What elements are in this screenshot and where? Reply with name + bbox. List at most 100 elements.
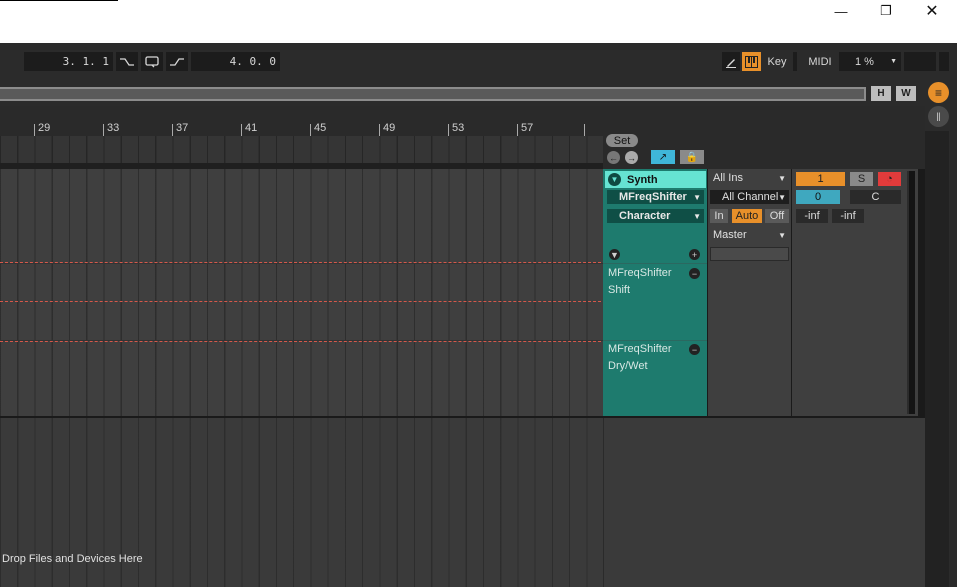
overview-scroll-bar[interactable] bbox=[0, 87, 866, 101]
chevron-down-icon: ▼ bbox=[890, 58, 897, 65]
arrangement-overview: H W bbox=[0, 81, 925, 106]
drop-area[interactable]: Drop Files and Devices Here bbox=[0, 418, 603, 587]
drop-area-label: Drop Files and Devices Here bbox=[2, 553, 143, 565]
ruler-bar-label: 49 bbox=[383, 122, 396, 134]
device-chooser-value: MFreqShifter bbox=[619, 191, 687, 203]
forward-arrow-icon[interactable]: → bbox=[625, 151, 638, 164]
punch-in-icon[interactable] bbox=[116, 52, 138, 71]
automation-lane-label: MFreqShifter Dry/Wet bbox=[608, 341, 672, 375]
title-bar: — ❐ ✕ bbox=[0, 0, 957, 43]
input-channel-value: All Channels bbox=[722, 191, 778, 203]
input-type-chooser[interactable]: All Ins ▼ bbox=[710, 171, 789, 185]
ruler-tick bbox=[34, 124, 35, 136]
key-map-button[interactable]: Key bbox=[764, 52, 790, 71]
volume-field[interactable]: 0 bbox=[796, 190, 840, 204]
loop-brace-area[interactable] bbox=[0, 136, 603, 163]
pan-field[interactable]: C bbox=[850, 190, 901, 204]
peak-level-right[interactable]: -inf bbox=[832, 209, 864, 223]
ruler-tick bbox=[241, 124, 242, 136]
divider bbox=[793, 52, 797, 71]
lane-separator bbox=[0, 263, 603, 264]
ruler-tick bbox=[379, 124, 380, 136]
solo-button[interactable]: S bbox=[850, 172, 873, 186]
chevron-down-icon: ▼ bbox=[778, 173, 786, 183]
track-io-column: All Ins ▼ All Channels ▼ In Auto Off Mas… bbox=[708, 169, 791, 416]
cpu-load-value: 1 % bbox=[855, 55, 874, 68]
track-title-bar[interactable]: ▼ Synth bbox=[605, 171, 706, 188]
arrangement-position-field[interactable]: 3. 1. 1 bbox=[24, 52, 113, 71]
beat-time-ruler[interactable]: 29 33 37 41 45 49 53 57 bbox=[0, 106, 603, 136]
loop-length-field[interactable]: 4. 0. 0 bbox=[191, 52, 280, 71]
ruler-tick bbox=[310, 124, 311, 136]
lane-device-name: MFreqShifter bbox=[608, 343, 672, 355]
output-type-value: Master bbox=[713, 229, 747, 241]
ruler-bar-label: 45 bbox=[314, 122, 327, 134]
input-type-value: All Ins bbox=[713, 172, 743, 184]
input-channel-chooser[interactable]: All Channels ▼ bbox=[710, 190, 789, 204]
remove-lane-icon[interactable]: − bbox=[689, 268, 700, 279]
show-lanes-icon[interactable]: ▼ bbox=[609, 249, 620, 260]
monitor-auto-button[interactable]: Auto bbox=[732, 209, 762, 223]
midi-map-button[interactable]: MIDI bbox=[805, 52, 835, 71]
ruler-bar-label: 57 bbox=[521, 122, 534, 134]
midi-indicator bbox=[939, 52, 949, 71]
chevron-down-icon: ▼ bbox=[693, 192, 701, 202]
output-type-chooser[interactable]: Master ▼ bbox=[710, 228, 789, 242]
scroll-track bbox=[925, 131, 949, 587]
minimize-icon[interactable]: — bbox=[818, 0, 864, 22]
lane-parameter-name: Dry/Wet bbox=[608, 360, 648, 372]
lane-parameter-name: Shift bbox=[608, 284, 631, 296]
automation-line[interactable] bbox=[0, 341, 601, 342]
close-icon[interactable]: ✕ bbox=[909, 0, 955, 22]
set-button[interactable]: Set bbox=[606, 134, 638, 147]
lane-device-name: MFreqShifter bbox=[608, 267, 672, 279]
track-grid bbox=[0, 169, 603, 416]
add-lane-icon[interactable]: + bbox=[689, 249, 700, 260]
chevron-down-icon: ▼ bbox=[778, 230, 786, 240]
ruler-tick bbox=[103, 124, 104, 136]
device-chooser[interactable]: MFreqShifter ▼ bbox=[607, 190, 704, 204]
lock-icon[interactable]: 🔒 bbox=[680, 150, 704, 164]
ruler-bar-label: 29 bbox=[38, 122, 51, 134]
parameter-chooser[interactable]: Character ▼ bbox=[607, 209, 704, 223]
track-name: Synth bbox=[627, 173, 658, 186]
automation-line[interactable] bbox=[0, 301, 601, 302]
optimize-width-button[interactable]: W bbox=[896, 86, 916, 101]
ruler-bar-label: 41 bbox=[245, 122, 258, 134]
title-underline bbox=[0, 0, 118, 1]
monitor-off-button[interactable]: Off bbox=[765, 209, 789, 223]
follow-icon[interactable]: ↗ bbox=[651, 150, 675, 164]
ruler-tick bbox=[584, 124, 585, 136]
menu-icon[interactable]: ≡ bbox=[928, 82, 949, 103]
track-device-column: ▼ Synth MFreqShifter ▼ Character ▼ ▼ + M… bbox=[603, 169, 707, 416]
ruler-bar-label: 37 bbox=[176, 122, 189, 134]
parameter-chooser-value: Character bbox=[619, 210, 671, 222]
lane-separator bbox=[603, 263, 707, 264]
restore-icon[interactable]: ❐ bbox=[863, 0, 909, 22]
monitor-in-button[interactable]: In bbox=[710, 209, 728, 223]
peak-level-left[interactable]: -inf bbox=[796, 209, 828, 223]
draw-mode-icon[interactable] bbox=[722, 52, 740, 71]
arm-record-icon[interactable]: ◔ bbox=[878, 172, 901, 186]
chevron-down-icon: ▼ bbox=[778, 192, 786, 202]
track-header-top: Set ← → ↗ 🔒 bbox=[603, 106, 925, 169]
track-mixer-column: 1 S ◔ 0 C -inf -inf bbox=[792, 169, 918, 416]
punch-out-icon[interactable] bbox=[166, 52, 188, 71]
ruler-tick bbox=[448, 124, 449, 136]
control-bar: 3. 1. 1 4. 0. 0 Key MIDI 1 % ▼ bbox=[0, 43, 957, 81]
mixer-toggle-icon[interactable]: ‖ bbox=[928, 106, 949, 127]
fold-track-icon[interactable]: ▼ bbox=[608, 173, 621, 186]
hard-disk-overload-indicator bbox=[904, 52, 936, 71]
optimize-height-button[interactable]: H bbox=[871, 86, 891, 101]
back-arrow-icon[interactable]: ← bbox=[607, 151, 620, 164]
remove-lane-icon[interactable]: − bbox=[689, 344, 700, 355]
track-header-empty-area[interactable] bbox=[603, 418, 925, 587]
level-meter bbox=[907, 171, 915, 414]
track-arrangement-lane[interactable] bbox=[0, 169, 603, 416]
chevron-down-icon: ▼ bbox=[693, 211, 701, 221]
loop-icon[interactable] bbox=[141, 52, 163, 71]
output-channel-chooser[interactable] bbox=[710, 247, 789, 261]
automation-lane-label: MFreqShifter Shift bbox=[608, 265, 672, 299]
track-activator-button[interactable]: 1 bbox=[796, 172, 845, 186]
keyboard-midi-icon[interactable] bbox=[742, 52, 761, 71]
